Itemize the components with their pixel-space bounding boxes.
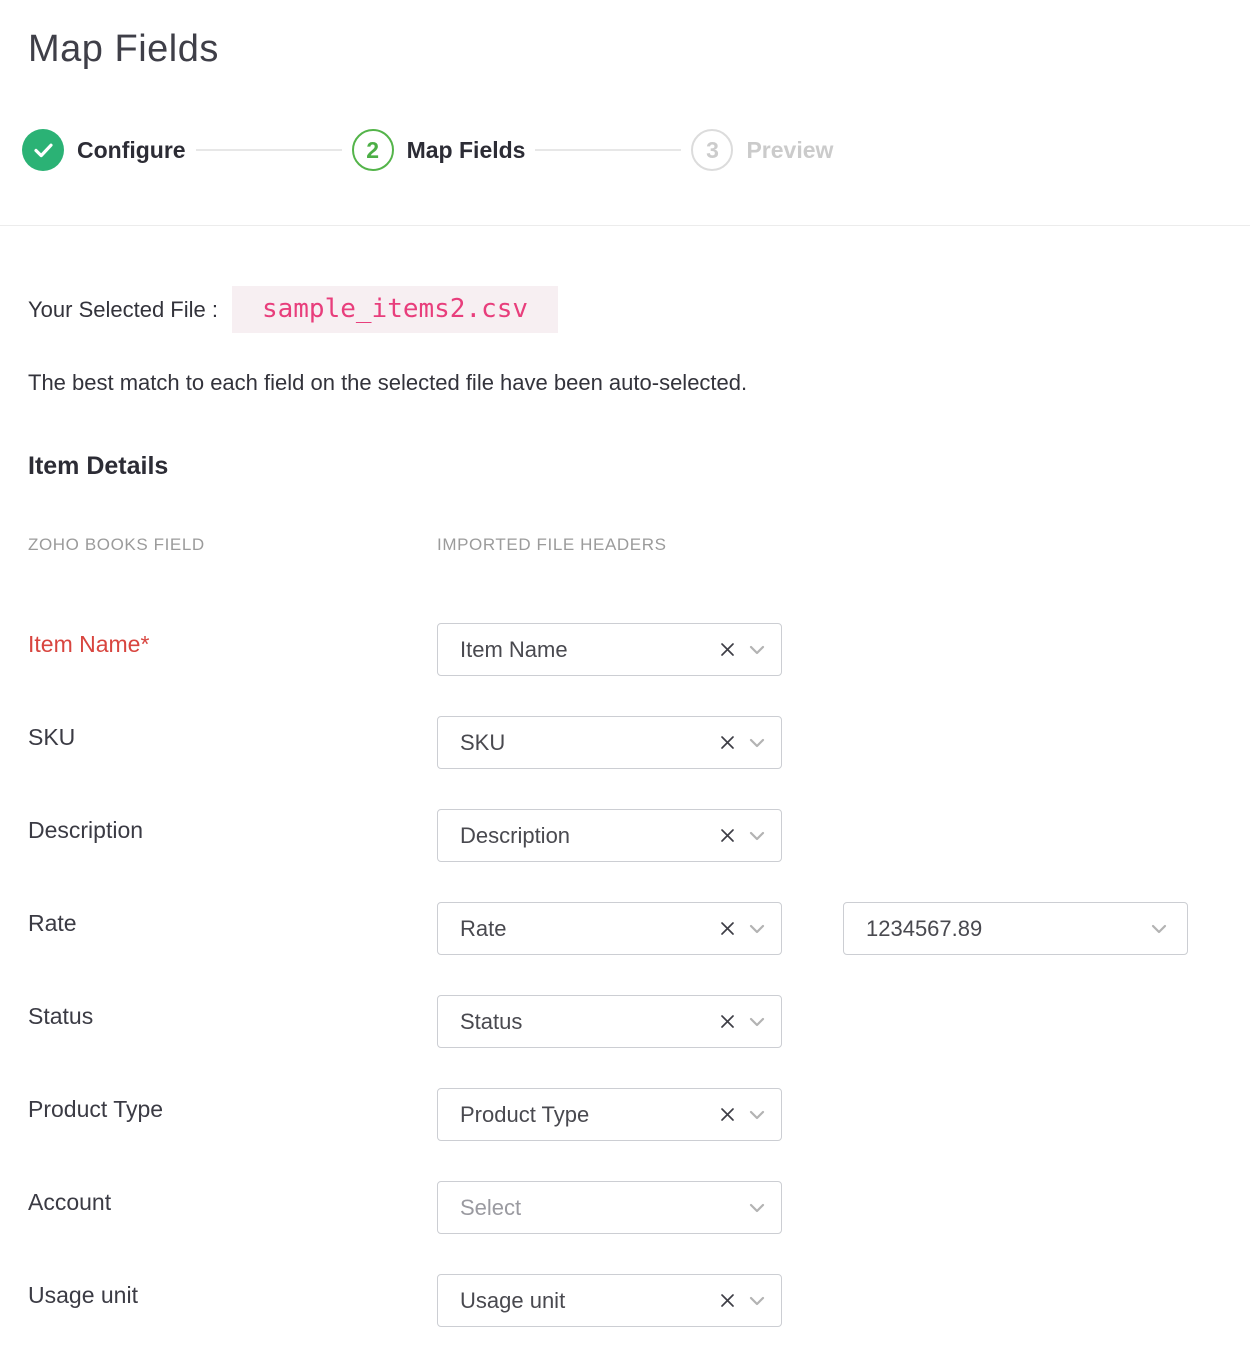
mapping-rows: Item Name* Item Name SKU SKU [28,623,1250,1327]
header-select-product-type[interactable]: Product Type [437,1088,782,1141]
chevron-down-icon [749,924,765,934]
step-map-fields-label: Map Fields [407,137,526,164]
section-title: Item Details [28,452,1250,481]
map-row-status: Status Status [28,995,1250,1048]
select-value: Description [460,823,719,849]
map-fields-page: Map Fields Configure 2 Map Fields 3 Prev… [0,28,1250,1366]
number-format-select[interactable]: 1234567.89 [843,902,1188,955]
selected-file-row: Your Selected File : sample_items2.csv [28,286,1250,333]
select-value: Rate [460,916,719,942]
header-select-rate[interactable]: Rate [437,902,782,955]
map-row-description: Description Description [28,809,1250,862]
field-label: SKU [28,716,437,751]
map-row-account: Account Select [28,1181,1250,1234]
column-header-imported: IMPORTED FILE HEADERS [437,535,667,555]
chevron-down-icon [1151,924,1167,934]
header-select-description[interactable]: Description [437,809,782,862]
header-divider [0,225,1250,226]
header-select-sku[interactable]: SKU [437,716,782,769]
step-configure-circle [22,129,64,171]
chevron-down-icon [749,1110,765,1120]
chevron-down-icon [749,1296,765,1306]
select-value: SKU [460,730,719,756]
field-label: Description [28,809,437,844]
clear-icon[interactable] [719,1013,736,1030]
field-label: Account [28,1181,437,1216]
field-label: Rate [28,902,437,937]
select-value: 1234567.89 [866,916,1151,942]
selected-file-chip: sample_items2.csv [232,286,558,333]
stepper-connector [196,149,342,151]
clear-icon[interactable] [719,827,736,844]
columns-header: ZOHO BOOKS FIELD IMPORTED FILE HEADERS [28,535,1250,555]
clear-icon[interactable] [719,1292,736,1309]
field-label: Status [28,995,437,1030]
check-icon [34,143,53,158]
step-map-fields-circle: 2 [352,129,394,171]
clear-icon[interactable] [719,734,736,751]
field-label: Item Name* [28,623,437,658]
chevron-down-icon [749,831,765,841]
select-value: Item Name [460,637,719,663]
step-preview-circle: 3 [691,129,733,171]
header-select-account[interactable]: Select [437,1181,782,1234]
header-select-usage-unit[interactable]: Usage unit [437,1274,782,1327]
select-placeholder: Select [460,1195,749,1221]
select-value: Usage unit [460,1288,719,1314]
clear-icon[interactable] [719,641,736,658]
field-label: Usage unit [28,1274,437,1309]
select-value: Status [460,1009,719,1035]
page-title: Map Fields [28,28,1250,71]
select-value: Product Type [460,1102,719,1128]
map-row-rate: Rate Rate 1234567.89 [28,902,1250,955]
column-header-zoho-field: ZOHO BOOKS FIELD [28,535,437,555]
content: Your Selected File : sample_items2.csv T… [0,286,1250,1327]
step-number: 3 [706,137,719,164]
import-stepper: Configure 2 Map Fields 3 Preview [22,129,1250,171]
header-select-item-name[interactable]: Item Name [437,623,782,676]
step-configure-label: Configure [77,137,186,164]
map-row-sku: SKU SKU [28,716,1250,769]
selected-file-label: Your Selected File : [28,297,218,323]
auto-select-note: The best match to each field on the sele… [28,370,1250,396]
clear-icon[interactable] [719,920,736,937]
map-row-product-type: Product Type Product Type [28,1088,1250,1141]
step-preview-label: Preview [746,137,833,164]
map-row-item-name: Item Name* Item Name [28,623,1250,676]
stepper-connector [535,149,681,151]
chevron-down-icon [749,1203,765,1213]
chevron-down-icon [749,1017,765,1027]
step-configure[interactable]: Configure [22,129,186,171]
step-preview: 3 Preview [691,129,833,171]
chevron-down-icon [749,645,765,655]
field-label: Product Type [28,1088,437,1123]
map-row-usage-unit: Usage unit Usage unit [28,1274,1250,1327]
clear-icon[interactable] [719,1106,736,1123]
step-map-fields[interactable]: 2 Map Fields [352,129,526,171]
header-select-status[interactable]: Status [437,995,782,1048]
chevron-down-icon [749,738,765,748]
step-number: 2 [366,137,379,164]
